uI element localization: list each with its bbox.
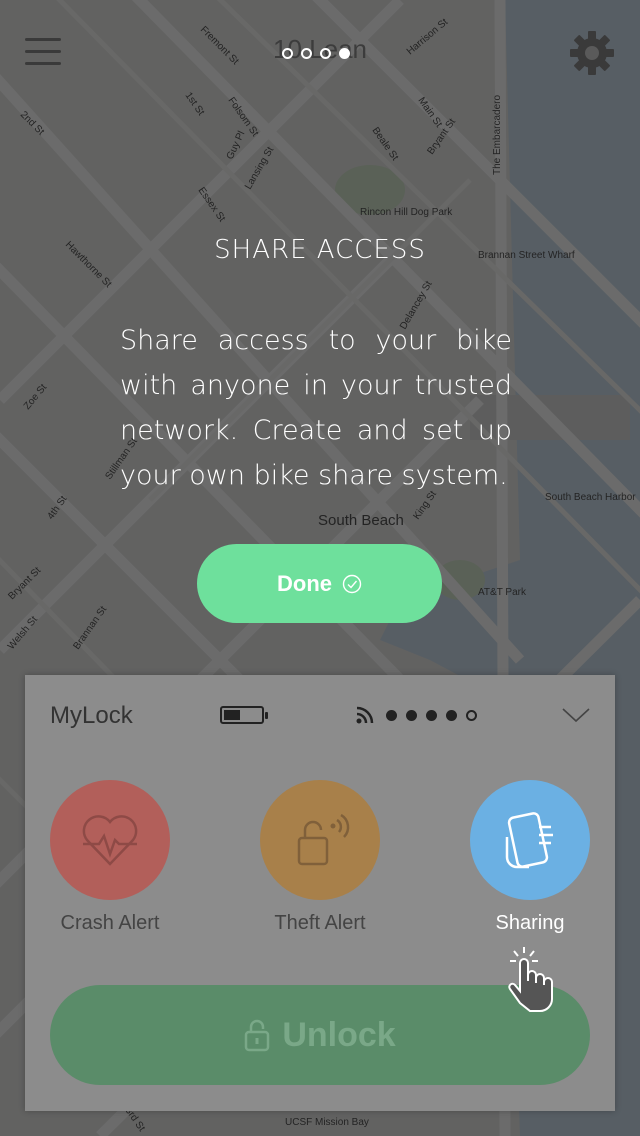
gear-icon[interactable]: [568, 29, 616, 77]
sharing-circle[interactable]: [470, 780, 590, 900]
page-dot[interactable]: [320, 48, 331, 59]
page-indicator[interactable]: [282, 48, 350, 62]
crash-alert-circle[interactable]: [50, 780, 170, 900]
theft-alert-button[interactable]: Theft Alert: [260, 780, 380, 935]
theft-alert-circle[interactable]: [260, 780, 380, 900]
chevron-down-icon[interactable]: [561, 705, 591, 725]
theft-alert-label: Theft Alert: [274, 912, 366, 934]
sharing-button[interactable]: Sharing: [470, 780, 590, 935]
crash-alert-label: Crash Alert: [60, 912, 160, 934]
lock-name: MyLock: [50, 702, 133, 729]
signal-dot: [426, 709, 437, 721]
done-button[interactable]: Done: [197, 544, 442, 623]
signal-dot: [406, 709, 417, 721]
signal-dot: [386, 709, 397, 721]
done-label: Done: [277, 570, 332, 596]
padlock-icon: [245, 1019, 270, 1052]
signal-dot: [466, 709, 477, 721]
menu-icon[interactable]: [25, 38, 61, 66]
check-circle-icon: [342, 574, 362, 593]
signal-dot: [446, 709, 457, 721]
battery-icon: [220, 706, 268, 724]
page-dot[interactable]: [339, 48, 350, 59]
lock-signal-icon: [297, 813, 350, 866]
phone-share-icon: [505, 812, 553, 869]
signal-indicator: [355, 705, 477, 725]
tap-hand-icon: [508, 947, 553, 1012]
lock-card: MyLock Crash Alert Theft Alert Sharing U…: [25, 675, 615, 1111]
unlock-label: Unlock: [282, 1015, 396, 1054]
hint-body: Share access to your bike with anyone in…: [120, 325, 512, 491]
page-dot[interactable]: [282, 48, 293, 59]
wifi-icon: [356, 706, 374, 724]
crash-alert-button[interactable]: Crash Alert: [50, 780, 170, 935]
page-dot[interactable]: [301, 48, 312, 59]
hint-title: SHARE ACCESS: [214, 235, 426, 265]
heartbeat-icon: [82, 815, 138, 866]
sharing-label: Sharing: [495, 912, 565, 934]
signal-dots: [386, 709, 477, 721]
